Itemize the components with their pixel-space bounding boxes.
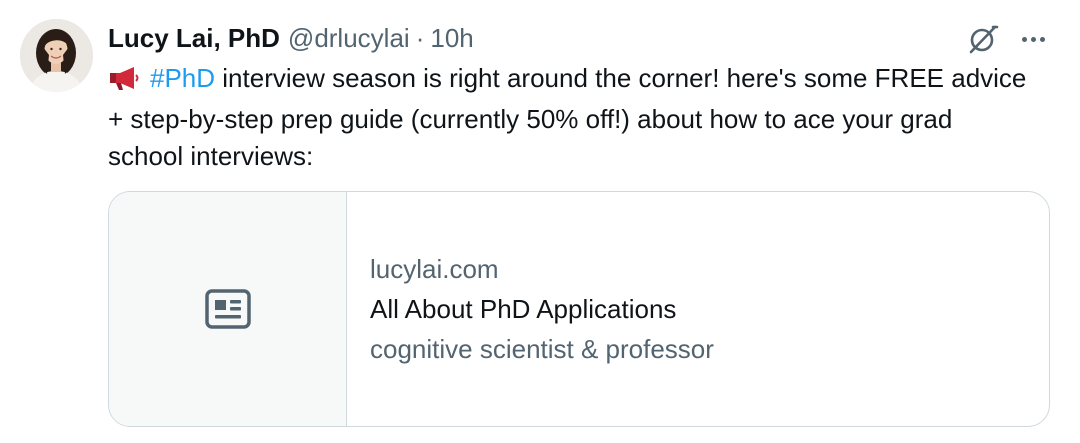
tweet-header: Lucy Lai, PhD @drlucylai · 10h <box>108 22 474 54</box>
dot-icon <box>1039 36 1045 42</box>
card-domain: lucylai.com <box>370 254 499 284</box>
link-card[interactable]: lucylai.com All About PhD Applications c… <box>108 191 1050 427</box>
author-handle[interactable]: @drlucylai <box>288 22 410 54</box>
card-description: cognitive scientist & professor <box>370 334 714 364</box>
grok-icon[interactable] <box>966 22 1000 56</box>
separator-dot: · <box>415 23 425 53</box>
tweet[interactable]: Lucy Lai, PhD @drlucylai · 10h #PhD inte… <box>0 0 1080 443</box>
hashtag-link[interactable]: #PhD <box>150 63 215 93</box>
tweet-body: interview season is right around the cor… <box>108 63 1027 171</box>
card-thumbnail <box>109 192 347 426</box>
dot-icon <box>1021 36 1027 42</box>
card-body: lucylai.com All About PhD Applications c… <box>347 192 714 426</box>
author-name[interactable]: Lucy Lai, PhD <box>108 22 280 54</box>
more-options-icon[interactable] <box>1016 24 1050 54</box>
megaphone-icon <box>108 64 142 101</box>
tweet-text: #PhD interview season is right around th… <box>108 60 1028 175</box>
timestamp[interactable]: 10h <box>430 22 473 54</box>
avatar[interactable] <box>20 19 93 92</box>
profile-photo <box>20 19 93 92</box>
article-icon <box>204 289 251 329</box>
dot-icon <box>1030 36 1036 42</box>
card-title: All About PhD Applications <box>370 294 677 324</box>
